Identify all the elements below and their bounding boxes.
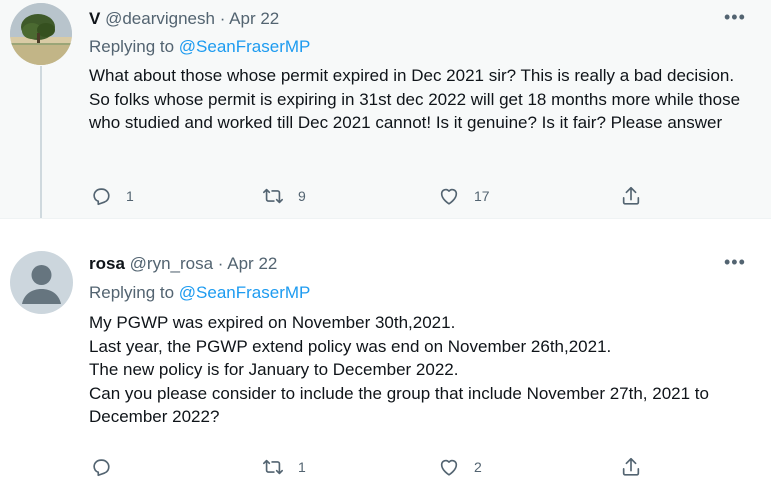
retweet-button[interactable]: 9 <box>262 183 306 209</box>
reply-count: 1 <box>126 188 134 204</box>
share-icon <box>622 186 640 205</box>
tweet-actions: 1 2 <box>0 454 771 480</box>
share-button[interactable] <box>620 183 642 209</box>
display-name[interactable]: rosa <box>89 254 125 273</box>
mention-link[interactable]: @SeanFraserMP <box>179 37 311 56</box>
tweet-item[interactable]: V @dearvignesh · Apr 22 ••• Replying to … <box>0 0 771 218</box>
replying-to-line: Replying to @SeanFraserMP <box>89 282 310 304</box>
tweet-text: What about those whose permit expired in… <box>89 66 741 132</box>
avatar[interactable] <box>10 251 73 314</box>
replying-to-line: Replying to @SeanFraserMP <box>89 36 310 58</box>
share-button[interactable] <box>620 454 642 480</box>
tree-photo-avatar-icon <box>10 3 72 65</box>
tweet-item[interactable]: rosa @ryn_rosa · Apr 22 ••• Replying to … <box>0 219 771 483</box>
heart-icon <box>440 459 458 476</box>
replying-label: Replying to <box>89 37 175 56</box>
replying-label: Replying to <box>89 283 175 302</box>
tweet-header: rosa @ryn_rosa · Apr 22 <box>89 253 277 275</box>
tweet-thread: V @dearvignesh · Apr 22 ••• Replying to … <box>0 0 771 483</box>
like-button[interactable]: 17 <box>438 183 490 209</box>
user-handle[interactable]: @ryn_rosa <box>130 254 213 273</box>
default-person-avatar-icon <box>10 251 73 314</box>
retweet-button[interactable]: 1 <box>262 454 306 480</box>
reply-button[interactable] <box>90 454 126 480</box>
more-dots-icon[interactable]: ••• <box>724 8 746 26</box>
retweet-count: 9 <box>298 188 306 204</box>
reply-icon <box>93 188 110 206</box>
like-count: 17 <box>474 188 490 204</box>
share-icon <box>622 457 640 476</box>
separator-dot: · <box>217 254 224 273</box>
like-button[interactable]: 2 <box>438 454 482 480</box>
mention-link[interactable]: @SeanFraserMP <box>179 283 311 302</box>
tweet-text: My PGWP was expired on November 30th,202… <box>89 313 709 426</box>
separator-dot: · <box>219 9 226 28</box>
tweet-header: V @dearvignesh · Apr 22 <box>89 8 279 30</box>
tweet-date[interactable]: Apr 22 <box>227 254 277 273</box>
retweet-icon <box>263 188 283 204</box>
user-handle[interactable]: @dearvignesh <box>105 9 215 28</box>
more-dots-icon[interactable]: ••• <box>724 253 746 271</box>
heart-icon <box>440 188 458 205</box>
reply-icon <box>93 459 110 477</box>
retweet-count: 1 <box>298 459 306 475</box>
display-name[interactable]: V <box>89 9 100 28</box>
reply-button[interactable]: 1 <box>90 183 134 209</box>
avatar[interactable] <box>10 3 72 65</box>
retweet-icon <box>263 459 283 475</box>
tweet-date[interactable]: Apr 22 <box>229 9 279 28</box>
like-count: 2 <box>474 459 482 475</box>
tweet-actions: 1 9 17 <box>0 183 771 209</box>
